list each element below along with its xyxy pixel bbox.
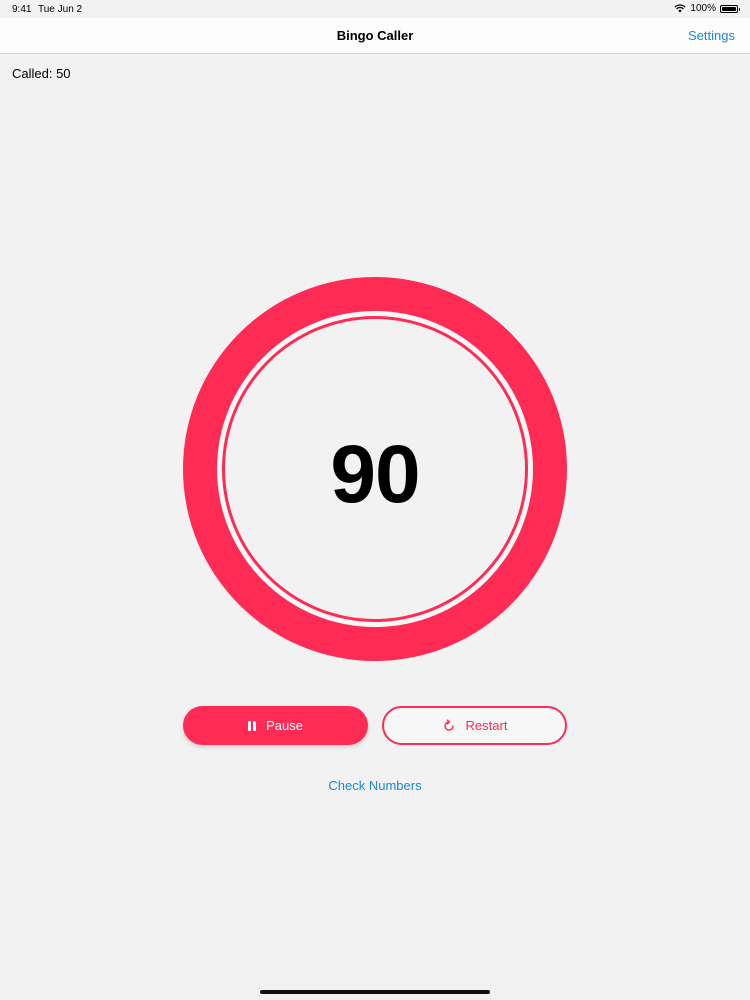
page-title: Bingo Caller [336, 28, 414, 43]
battery-percent: 100% [690, 3, 716, 14]
status-date: Tue Jun 2 [38, 4, 83, 15]
settings-button[interactable]: Settings [688, 28, 735, 43]
home-indicator[interactable] [260, 990, 490, 994]
nav-bar: Bingo Caller Settings [0, 18, 750, 54]
wifi-icon [674, 4, 686, 13]
battery-icon [720, 4, 740, 13]
check-numbers-row: Check Numbers [0, 778, 750, 793]
current-number: 90 [330, 429, 420, 520]
called-count: Called: 50 [12, 66, 71, 81]
status-indicators: 100% [674, 3, 740, 14]
pause-icon [248, 720, 257, 731]
restart-icon [443, 719, 454, 731]
pause-label: Pause [266, 718, 303, 733]
restart-label: Restart [465, 718, 508, 733]
check-numbers-button[interactable]: Check Numbers [328, 778, 421, 793]
status-bar: 9:41 Tue Jun 2 100% [0, 0, 750, 18]
status-time: 9:41 [12, 4, 32, 15]
restart-button[interactable]: Restart [382, 706, 567, 745]
pause-button[interactable]: Pause [183, 706, 368, 745]
